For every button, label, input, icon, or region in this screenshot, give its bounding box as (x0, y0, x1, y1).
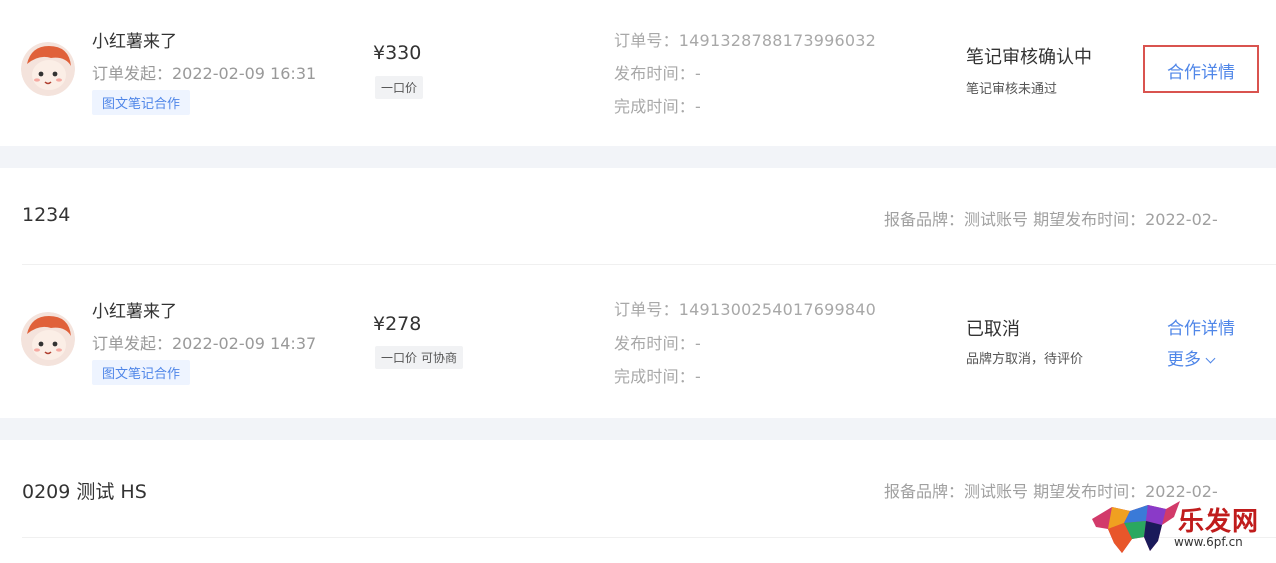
order-number: 订单号：1491300254017699840 (614, 300, 877, 319)
section-title: 0209 测试 HS (22, 481, 147, 503)
complete-time: 完成时间：- (614, 367, 701, 386)
avatar (21, 42, 75, 96)
order-start-time: 订单发起：2022-02-09 16:31 (92, 64, 317, 83)
order-status: 笔记审核确认中 (966, 47, 1092, 68)
section-separator (0, 418, 1276, 440)
order-status: 已取消 (966, 319, 1020, 340)
order-start-time: 订单发起：2022-02-09 14:37 (92, 334, 317, 353)
watermark-url: www.6pf.cn (1174, 535, 1243, 549)
cooperation-type-tag: 图文笔记合作 (92, 360, 191, 385)
cooperation-detail-link[interactable]: 合作详情 (1167, 314, 1235, 339)
more-dropdown[interactable]: 更多 (1167, 345, 1216, 370)
order-status-detail: 品牌方取消，待评价 (966, 352, 1084, 367)
avatar (21, 312, 75, 366)
cooperation-type-tag: 图文笔记合作 (92, 90, 191, 115)
bull-logo-icon (1092, 501, 1180, 553)
order-price: ¥278 (373, 313, 422, 335)
watermark-logo: 乐发网 www.6pf.cn (1088, 497, 1274, 557)
user-name: 小红薯来了 (92, 302, 177, 322)
negotiable-label: 可协商 (421, 351, 458, 365)
section-title: 1234 (22, 204, 71, 226)
watermark-text: 乐发网 (1178, 507, 1260, 537)
user-name: 小红薯来了 (92, 32, 177, 52)
section-meta: 报备品牌：测试账号 期望发布时间：2022-02- (884, 210, 1218, 229)
publish-time: 发布时间：- (614, 64, 701, 83)
price-type-label: 一口价 (381, 81, 418, 95)
price-type-badge: 一口价 (375, 76, 424, 99)
section-separator (0, 146, 1276, 168)
more-label: 更多 (1167, 350, 1201, 370)
order-number: 订单号：1491328788173996032 (614, 31, 877, 50)
chevron-down-icon (1205, 353, 1216, 364)
user-avatar-icon (21, 312, 75, 366)
price-type-badge: 一口价 可协商 (375, 346, 464, 369)
order-price: ¥330 (373, 42, 422, 64)
price-type-label: 一口价 (381, 351, 418, 365)
divider (22, 264, 1276, 265)
cooperation-detail-link[interactable]: 合作详情 (1167, 58, 1235, 83)
user-avatar-icon (21, 42, 75, 96)
complete-time: 完成时间：- (614, 97, 701, 116)
order-status-detail: 笔记审核未通过 (966, 82, 1058, 97)
publish-time: 发布时间：- (614, 334, 701, 353)
